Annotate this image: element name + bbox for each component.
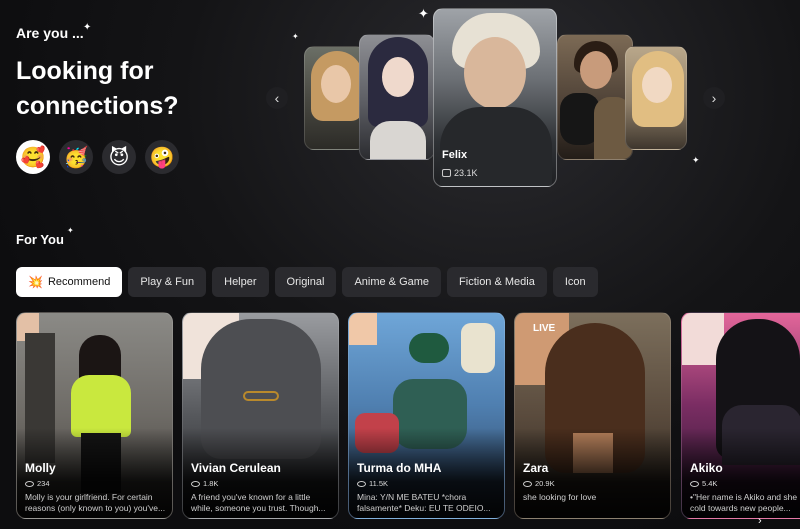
- card-description: A friend you've known for a little while…: [191, 492, 326, 513]
- chat-icon: [357, 480, 366, 487]
- chat-icon: [523, 480, 532, 487]
- chat-icon: [690, 480, 699, 487]
- tab-play-fun[interactable]: Play & Fun: [128, 267, 207, 297]
- sparkle-badge-icon: 💥: [28, 275, 43, 289]
- card-name: Akiko: [690, 461, 723, 475]
- tab-original[interactable]: Original: [274, 267, 337, 297]
- card-name: Zara: [523, 461, 549, 475]
- emoji-smiling-hearts-button[interactable]: 🥰: [16, 140, 50, 174]
- featured-count-value: 23.1K: [454, 168, 478, 178]
- carousel-next-button[interactable]: ›: [703, 87, 725, 109]
- character-face: [349, 313, 377, 345]
- tab-fiction-media[interactable]: Fiction & Media: [447, 267, 547, 297]
- emoji-devil-button[interactable]: 😈: [102, 140, 136, 174]
- card-name: Vivian Cerulean: [191, 461, 281, 475]
- sparkle-icon: ✦: [83, 22, 92, 33]
- carousel-card[interactable]: [359, 34, 435, 160]
- character-shirt: [370, 121, 426, 159]
- character-hair: [409, 333, 449, 363]
- card-count: 5.4K: [690, 479, 717, 488]
- character-face: [382, 57, 414, 97]
- card-count: 234: [25, 479, 50, 488]
- card-description: •"Her name is Akiko and she is cold towa…: [690, 492, 800, 513]
- character-card[interactable]: LIVE Zara 20.9K she looking for love: [514, 312, 671, 519]
- card-name: Molly: [25, 461, 56, 475]
- carousel-prev-button[interactable]: ‹: [266, 87, 288, 109]
- carousel-card[interactable]: [625, 46, 687, 150]
- card-count: 20.9K: [523, 479, 555, 488]
- character-card[interactable]: Vivian Cerulean 1.8K A friend you've kno…: [182, 312, 339, 519]
- hero-title: Looking for connections?: [16, 57, 179, 120]
- tab-icon[interactable]: Icon: [552, 267, 598, 297]
- sparkle-icon: ✦: [292, 32, 299, 41]
- character-card[interactable]: Molly 234 Molly is your girlfriend. For …: [16, 312, 173, 519]
- page: Are you ... ✦ Looking for connections? 🥰…: [0, 0, 800, 529]
- featured-name: Felix: [442, 149, 468, 161]
- tab-anime-game[interactable]: Anime & Game: [342, 267, 442, 297]
- card-count: 1.8K: [191, 479, 218, 488]
- character-face: [321, 65, 351, 103]
- chat-icon: [25, 480, 34, 487]
- character-card[interactable]: Akiko 5.4K •"Her name is Akiko and she i…: [681, 312, 800, 519]
- featured-chat-count: 23.1K: [442, 168, 478, 178]
- tab-recommend[interactable]: 💥 Recommend: [16, 267, 123, 297]
- tab-label: Recommend: [47, 276, 111, 288]
- card-name: Turma do MHA: [357, 461, 442, 475]
- emoji-party-button[interactable]: 🥳: [59, 140, 93, 174]
- carousel-card[interactable]: [304, 46, 366, 150]
- live-badge: LIVE: [533, 323, 556, 334]
- section-title: For You: [16, 232, 64, 247]
- card-count: 11.5K: [357, 479, 388, 488]
- background-figure: [461, 323, 495, 373]
- card-description: Molly is your girlfriend. For certain re…: [25, 492, 166, 513]
- chat-icon: [442, 169, 451, 177]
- card-description: she looking for love: [523, 492, 597, 502]
- character-face: [464, 37, 526, 109]
- character-face: [642, 67, 672, 103]
- glasses-icon: [243, 391, 279, 401]
- character-face: [580, 51, 612, 89]
- sparkle-icon: ✦: [692, 155, 700, 165]
- emoji-filter-row: 🥰 🥳 😈 🤪: [16, 140, 179, 174]
- chevron-right-icon[interactable]: ›: [758, 515, 762, 527]
- carousel-card[interactable]: [557, 34, 633, 160]
- card-description: Mina: Y/N ME BATEU *chora falsamente* De…: [357, 492, 491, 513]
- tab-helper[interactable]: Helper: [212, 267, 269, 297]
- category-tabs: 💥 Recommend Play & Fun Helper Original A…: [16, 267, 598, 297]
- hero-kicker: Are you ...: [16, 25, 84, 41]
- chat-icon: [191, 480, 200, 487]
- character-card[interactable]: Turma do MHA 11.5K Mina: Y/N ME BATEU *c…: [348, 312, 505, 519]
- sparkle-icon: ✦: [67, 226, 74, 235]
- sparkle-icon: ✦: [418, 6, 429, 21]
- featured-character-card[interactable]: Felix 23.1K: [433, 8, 557, 187]
- emoji-zany-button[interactable]: 🤪: [145, 140, 179, 174]
